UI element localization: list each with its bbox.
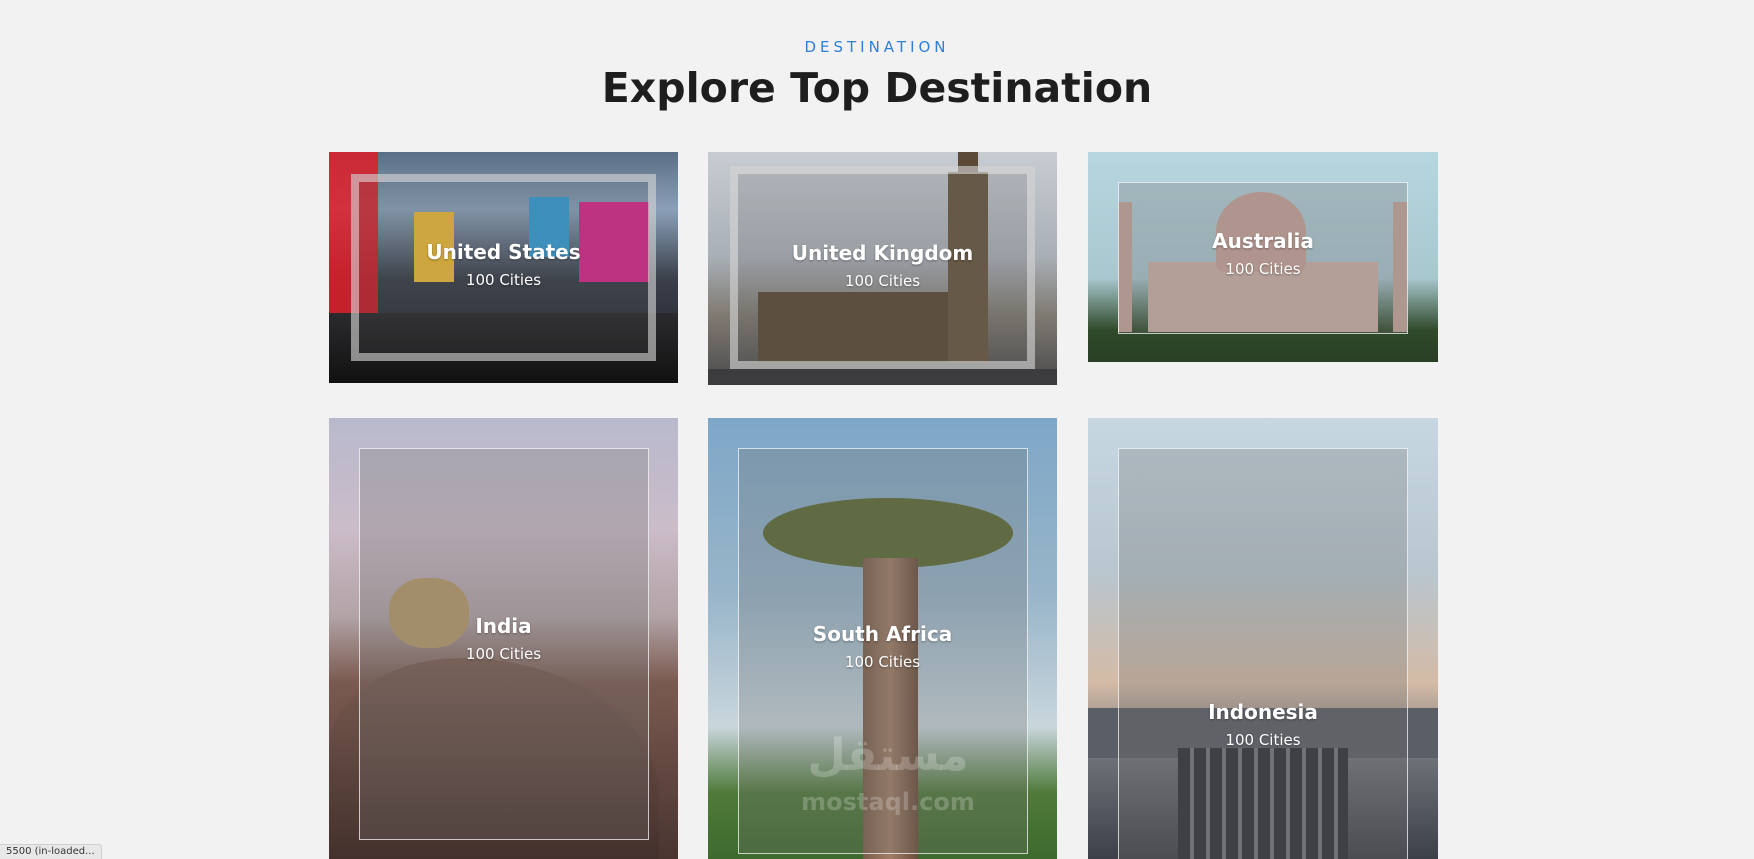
destination-name: India — [475, 614, 532, 638]
destination-card-united-states[interactable]: United States 100 Cities — [329, 152, 678, 383]
destination-cities: 100 Cities — [844, 653, 921, 671]
card-caption: India 100 Cities — [329, 614, 678, 664]
card-caption: Indonesia 100 Cities — [1088, 700, 1438, 750]
card-caption: United States 100 Cities — [329, 240, 678, 290]
watermark-arabic: مستقل — [807, 730, 969, 781]
destination-name: United Kingdom — [791, 241, 974, 265]
destination-card-south-africa[interactable]: South Africa 100 Cities مستقل mostaql.co… — [708, 418, 1057, 859]
destination-name: Australia — [1212, 229, 1314, 253]
destination-card-india[interactable]: India 100 Cities — [329, 418, 678, 859]
card-caption: Australia 100 Cities — [1088, 229, 1438, 279]
section-eyebrow: DESTINATION — [804, 38, 950, 56]
card-caption: United Kingdom 100 Cities — [708, 241, 1057, 291]
destination-card-indonesia[interactable]: Indonesia 100 Cities — [1088, 418, 1438, 859]
destination-card-australia[interactable]: Australia 100 Cities — [1088, 152, 1438, 362]
destination-cities: 100 Cities — [465, 645, 542, 663]
page-title: Explore Top Destination — [601, 64, 1153, 112]
watermark-latin: mostaql.com — [801, 788, 975, 816]
destination-name: United States — [426, 240, 581, 264]
destination-cities: 100 Cities — [1225, 260, 1301, 278]
destination-cities: 100 Cities — [844, 272, 921, 290]
browser-status-bar: 5500 (in-loaded... — [0, 844, 102, 859]
destination-cities: 100 Cities — [1225, 731, 1301, 749]
card-frame — [1118, 448, 1408, 859]
destination-card-united-kingdom[interactable]: United Kingdom 100 Cities — [708, 152, 1057, 385]
card-caption: South Africa 100 Cities — [708, 622, 1057, 672]
destination-name: South Africa — [812, 622, 953, 646]
destination-cities: 100 Cities — [465, 271, 542, 289]
destination-name: Indonesia — [1208, 700, 1318, 724]
